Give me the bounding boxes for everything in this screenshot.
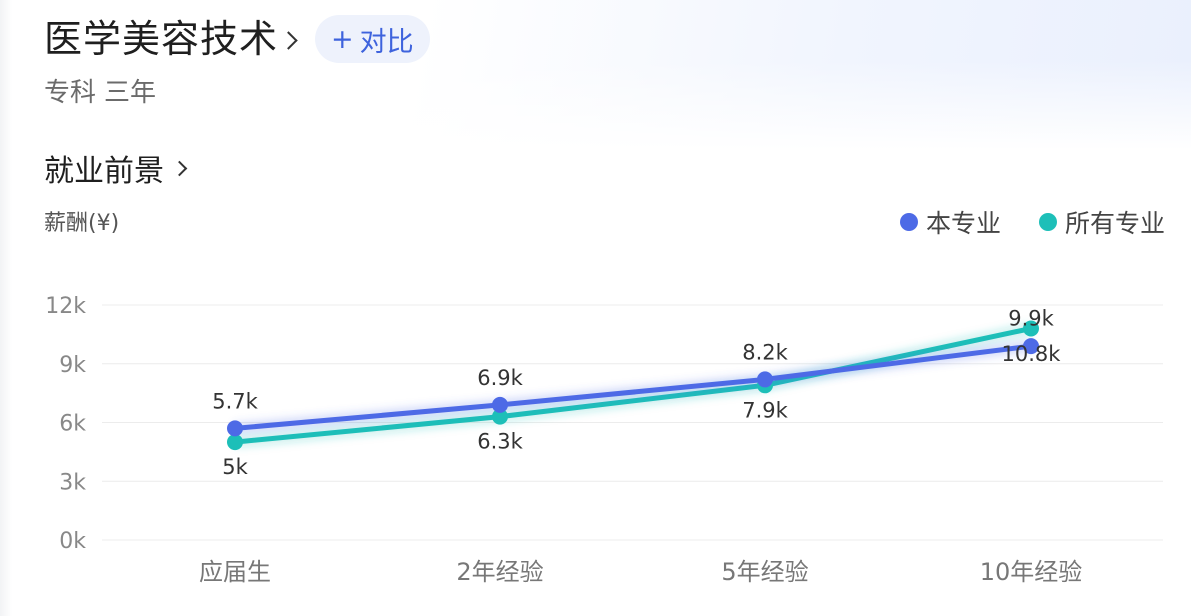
y-tick-label: 9k bbox=[59, 353, 86, 378]
x-tick-label: 应届生 bbox=[199, 558, 271, 586]
salary-line-chart: 0k 3k 6k 9k 12k 应届生 2年经验 5年经验 10年经验 5.7k 6.9k 8.2k 9… bbox=[45, 294, 1163, 586]
y-tick-label: 6k bbox=[59, 412, 86, 437]
data-point bbox=[227, 420, 243, 437]
data-label: 9.9k bbox=[1008, 307, 1054, 331]
data-point bbox=[227, 434, 243, 451]
data-label: 6.3k bbox=[477, 430, 523, 454]
data-label: 6.9k bbox=[477, 366, 523, 390]
data-label: 5.7k bbox=[212, 389, 258, 413]
x-tick-label: 10年经验 bbox=[980, 558, 1083, 586]
major-detail-page: 医学美容技术 + 对比 专科 三年 就业前景 薪酬(¥) 本专业 所有专业 0k 3… bbox=[0, 0, 1191, 616]
y-tick-label: 0k bbox=[59, 529, 86, 554]
data-label: 8.2k bbox=[742, 340, 788, 364]
data-label: 7.9k bbox=[742, 398, 788, 422]
series-line-shadow bbox=[234, 322, 1033, 449]
data-point bbox=[757, 371, 773, 388]
data-label: 10.8k bbox=[1002, 342, 1062, 366]
x-tick-label: 5年经验 bbox=[721, 558, 808, 586]
y-tick-label: 12k bbox=[45, 294, 86, 319]
data-label: 5k bbox=[222, 455, 248, 479]
x-tick-label: 2年经验 bbox=[456, 558, 543, 586]
data-point bbox=[492, 396, 508, 413]
y-tick-label: 3k bbox=[59, 470, 86, 495]
